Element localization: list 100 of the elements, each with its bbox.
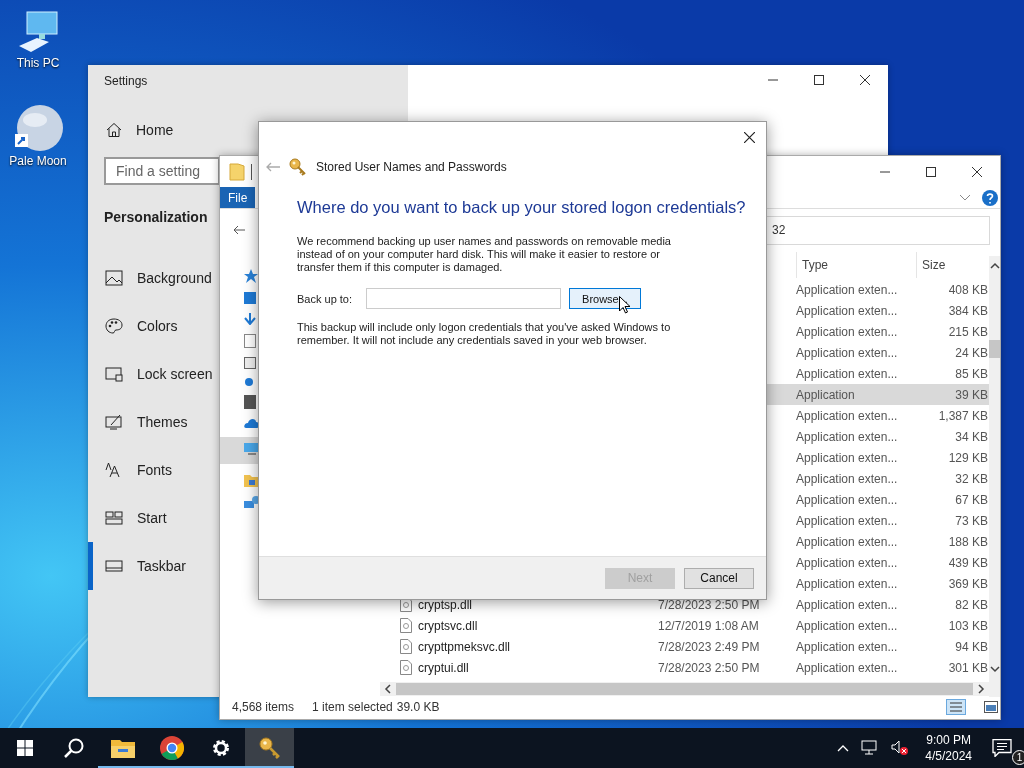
key-icon — [289, 158, 307, 176]
file-name: crypttpmeksvc.dll — [418, 639, 511, 654]
file-size: 188 KB — [948, 534, 988, 549]
file-size: 24 KB — [955, 345, 988, 360]
home-link[interactable]: Home — [104, 120, 174, 140]
scroll-right-icon[interactable] — [977, 684, 985, 694]
file-icon — [400, 660, 412, 675]
desktop-icon-label[interactable]: This PC — [16, 56, 60, 70]
file-type: Application exten... — [796, 471, 898, 486]
file-name: cryptsvc.dll — [418, 618, 478, 633]
file-type: Application exten... — [796, 513, 898, 528]
file-size: 34 KB — [955, 429, 988, 444]
file-row[interactable]: crypttpmeksvc.dll 7/28/2023 2:49 PM Application exten... 94 KB — [380, 636, 989, 657]
nav-item[interactable]: Taskbar — [88, 542, 195, 590]
file-date: 12/7/2019 1:08 AM — [658, 618, 759, 633]
notification-icon[interactable] — [992, 739, 1012, 757]
details-view-icon[interactable] — [946, 699, 966, 715]
scroll-thumb[interactable] — [989, 340, 1000, 358]
scroll-left-icon[interactable] — [384, 684, 392, 694]
muted-speaker-icon[interactable] — [891, 740, 910, 756]
window-title: Settings — [104, 74, 148, 90]
back-arrow-icon[interactable] — [233, 225, 245, 235]
nav-item[interactable]: Colors — [88, 302, 186, 350]
vertical-scrollbar[interactable] — [989, 256, 1000, 697]
file-size: 32 KB — [955, 471, 988, 486]
file-type: Application exten... — [796, 639, 898, 654]
selection-info: 1 item selected — [312, 700, 393, 714]
maximize-icon[interactable] — [814, 75, 824, 85]
close-icon[interactable] — [860, 75, 870, 85]
file-type: Application exten... — [796, 324, 898, 339]
section-heading: Personalization — [104, 209, 208, 227]
file-type: Application exten... — [796, 429, 898, 444]
nav-item[interactable]: Fonts — [88, 446, 180, 494]
horizontal-scrollbar[interactable] — [380, 682, 989, 696]
file-date: 7/28/2023 2:50 PM — [658, 597, 760, 612]
column-header[interactable]: Type — [796, 252, 916, 278]
item-count: 4,568 items — [232, 700, 295, 714]
windows-icon — [16, 740, 33, 756]
file-type: Application exten... — [796, 555, 898, 570]
nav-item[interactable]: Start — [88, 494, 175, 542]
scroll-down-icon[interactable] — [989, 665, 1000, 673]
file-size: 103 KB — [948, 618, 988, 633]
download-icon[interactable] — [244, 313, 256, 325]
star-icon[interactable] — [244, 269, 258, 283]
file-size: 67 KB — [955, 492, 988, 507]
file-row[interactable]: cryptui.dll 7/28/2023 2:50 PM Application exten... 301 KB — [380, 657, 989, 678]
search-field[interactable]: Find a setting — [104, 157, 220, 185]
notification-badge: 1 — [1012, 750, 1024, 765]
file-type: Application exten... — [796, 618, 898, 633]
start-icon — [105, 510, 123, 526]
lock-icon — [105, 366, 123, 382]
file-size: 94 KB — [955, 639, 988, 654]
file-type: Application exten... — [796, 534, 898, 549]
file-date: 7/28/2023 2:49 PM — [658, 639, 760, 654]
backup-path-field[interactable] — [366, 288, 562, 309]
clock[interactable]: 9:00 PM 4/5/2024 — [925, 732, 972, 764]
maximize-icon[interactable] — [926, 166, 936, 177]
intro-text: We recommend backing up user names and passwords on removable media instead of on your computer hard disk. This will make it easier to restore or transfer them if this computer is damaged. — [297, 235, 672, 274]
scroll-up-icon[interactable] — [989, 262, 1000, 270]
globe-icon[interactable] — [13, 104, 63, 152]
search-icon — [63, 738, 84, 758]
file-type: Application exten... — [796, 597, 898, 612]
file-type: Application exten... — [796, 660, 898, 675]
file-type: Application exten... — [796, 450, 898, 465]
close-icon[interactable] — [972, 166, 982, 177]
file-size: 384 KB — [948, 303, 988, 318]
cancel-button[interactable]: Cancel — [684, 567, 754, 589]
folder-icon — [229, 162, 245, 181]
file-type: Application — [796, 387, 855, 402]
folder-icon — [110, 738, 135, 758]
taskbar-icon — [105, 558, 123, 574]
dialog-title: Stored User Names and Passwords — [316, 160, 507, 174]
note-text: This backup will include only logon credentials that you've asked Windows to remember. It will not include any credentials saved in your web browser. — [297, 321, 672, 347]
file-size: 301 KB — [948, 660, 988, 675]
file-name: cryptsp.dll — [418, 597, 473, 612]
file-size: 85 KB — [955, 366, 988, 381]
cloud-icon[interactable] — [244, 418, 260, 428]
file-type: Application exten... — [796, 366, 898, 381]
file-size: 408 KB — [948, 282, 988, 297]
file-row[interactable]: cryptsvc.dll 12/7/2019 1:08 AM Application exten... 103 KB — [380, 615, 989, 636]
close-icon[interactable] — [743, 131, 755, 143]
file-icon — [400, 639, 412, 654]
help-icon[interactable] — [982, 189, 998, 206]
desktop-icon-label[interactable]: Pale Moon — [9, 154, 67, 168]
nav-item[interactable]: Lock screen — [88, 350, 221, 398]
key-icon — [258, 737, 281, 759]
nav-item[interactable]: Background — [88, 254, 220, 302]
file-type: Application exten... — [796, 576, 898, 591]
chevron-up-icon[interactable] — [837, 744, 850, 752]
file-size: 129 KB — [948, 450, 988, 465]
nav-item[interactable]: Themes — [88, 398, 196, 446]
column-header[interactable]: Size — [916, 252, 988, 278]
file-date: 7/28/2023 2:50 PM — [658, 660, 760, 675]
ribbon-tab[interactable]: File — [220, 187, 256, 208]
tiles-view-icon[interactable] — [984, 701, 998, 713]
file-size: 39 KB — [955, 387, 988, 402]
themes-icon — [105, 414, 123, 430]
file-name: cryptui.dll — [418, 660, 469, 675]
chevron-icon[interactable] — [960, 194, 970, 201]
file-type: Application exten... — [796, 345, 898, 360]
